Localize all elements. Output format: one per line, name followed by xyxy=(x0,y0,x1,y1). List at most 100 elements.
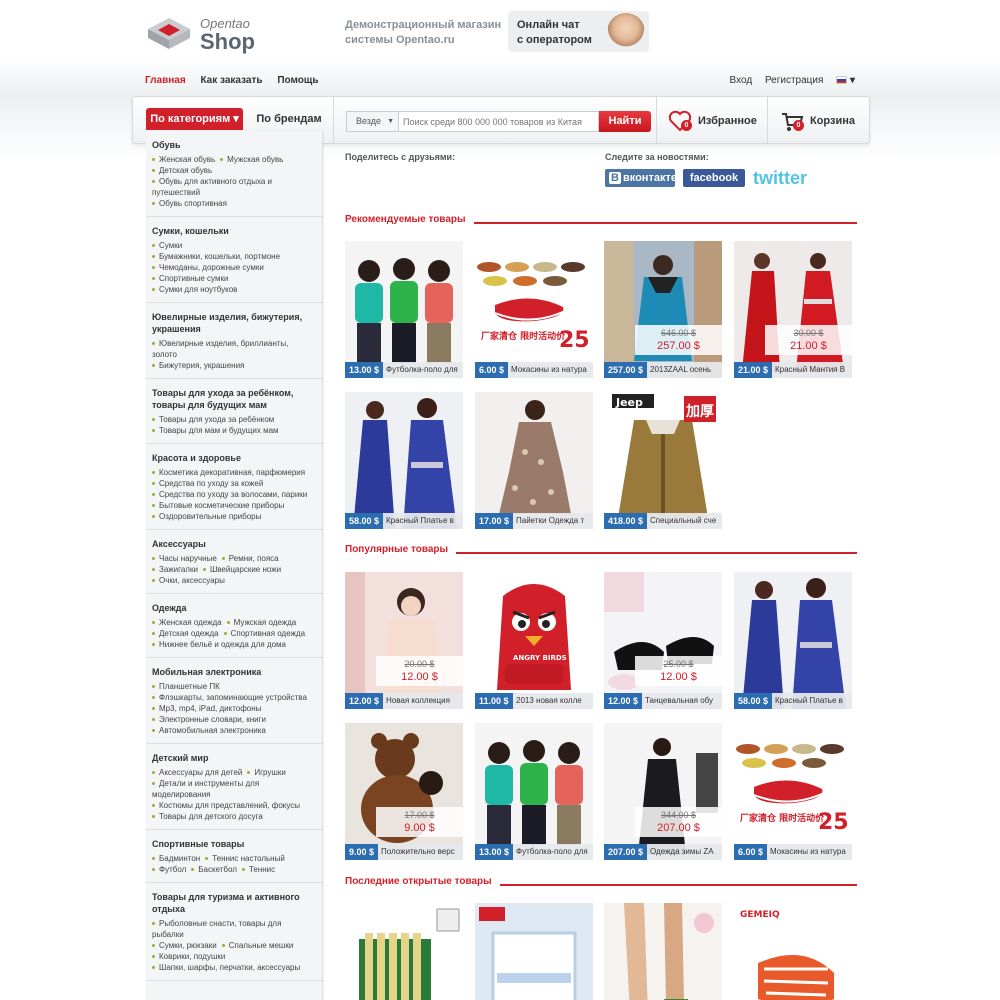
subcategory-link[interactable]: Флэшкарты, запоминающие устройства xyxy=(152,692,307,703)
search-scope-select[interactable]: Везде ▼ xyxy=(346,111,398,132)
subcategory-link[interactable]: Баскетбол xyxy=(191,864,237,875)
subcategory-link[interactable]: Сумки, рюкзаки xyxy=(152,940,217,951)
subcategory-link[interactable]: Мужская обувь xyxy=(220,154,283,165)
tab-categories[interactable]: По категориям ▾ xyxy=(146,108,243,130)
subcategory-link[interactable]: Бижутерия, украшения xyxy=(152,360,244,371)
product-card[interactable]: GEMEIQ xyxy=(734,903,852,1000)
subcategory-link[interactable]: Детская одежда xyxy=(152,628,219,639)
subcategory-link[interactable]: Бадминтон xyxy=(152,853,200,864)
product-card[interactable] xyxy=(475,903,593,1000)
subcategory-link[interactable]: Автомобильная электроника xyxy=(152,725,266,736)
product-image xyxy=(475,392,593,529)
subcategory-link[interactable]: Зажигалки xyxy=(152,564,198,575)
subcategory-link[interactable]: Mp3, mp4, iPad, диктофоны xyxy=(152,703,261,714)
category-title-link[interactable]: Спортивные товары xyxy=(152,838,316,850)
subcategory-link[interactable]: Ювелирные изделия, бриллианты, золото xyxy=(152,338,311,360)
product-card[interactable]: 30.00 $21.00 $21.00 $ Красный Мантия В xyxy=(734,241,852,378)
subcategory-link[interactable]: Электронные словари, книги xyxy=(152,714,266,725)
subcategory-link[interactable]: Спальные мешки xyxy=(222,940,294,951)
product-card[interactable] xyxy=(345,903,463,1000)
subcategory-link[interactable]: Аксессуары для детей xyxy=(152,767,242,778)
subcategory-link[interactable]: Часы наручные xyxy=(152,553,217,564)
product-card[interactable]: 17.00 $9.00 $9.00 $ Положительно верс xyxy=(345,723,463,860)
nav-home-link[interactable]: Главная xyxy=(145,75,186,86)
product-card[interactable]: 13.00 $ Футболка-поло для xyxy=(345,241,463,378)
language-select[interactable]: ▾ xyxy=(836,75,855,86)
category-title-link[interactable]: Детский мир xyxy=(152,752,316,764)
category-title-link[interactable]: Красота и здоровье xyxy=(152,452,316,464)
subcategory-link[interactable]: Чемоданы, дорожные сумки xyxy=(152,262,264,273)
product-card[interactable]: 20.00 $12.00 $12.00 $ Новая коллекция xyxy=(345,572,463,709)
subcategory-link[interactable]: Детали и инструменты для моделирования xyxy=(152,778,311,800)
login-link[interactable]: Вход xyxy=(730,75,753,86)
category-title-link[interactable]: Мобильная электроника xyxy=(152,666,316,678)
subcategory-link[interactable]: Нижнее бельё и одежда для дома xyxy=(152,639,286,650)
subcategory-link[interactable]: Оздоровительные приборы xyxy=(152,511,261,522)
category-title-link[interactable]: Аксессуары xyxy=(152,538,316,550)
subcategory-link[interactable]: Косметика декоративная, парфюмерия xyxy=(152,467,305,478)
subcategory-link[interactable]: Спортивная одежда xyxy=(224,628,305,639)
subcategory-link[interactable]: Сумки для ноутбуков xyxy=(152,284,237,295)
facebook-button[interactable]: facebook xyxy=(683,169,745,187)
subcategory-link[interactable]: Костюмы для представлений, фокусы xyxy=(152,800,300,811)
product-card[interactable]: 厂家清仓 限时活动价 25 6.00 $ Мокасины из натура xyxy=(475,241,593,378)
register-link[interactable]: Регистрация xyxy=(765,75,823,86)
product-card[interactable]: 厂家清仓 限时活动价 25 6.00 $ Мокасины из натура xyxy=(734,723,852,860)
product-card[interactable]: 25.00 $12.00 $12.00 $ Танцевальная обу xyxy=(604,572,722,709)
subcategory-link[interactable]: Средства по уходу за кожей xyxy=(152,478,263,489)
subcategory-link[interactable]: Сумки xyxy=(152,240,182,251)
category-title-link[interactable]: Обувь xyxy=(152,139,316,151)
subcategory-link[interactable]: Теннис xyxy=(242,864,275,875)
product-card[interactable]: 17.00 $ Пайетки Одежда т xyxy=(475,392,593,529)
cart-button[interactable]: 0 Корзина xyxy=(780,108,855,134)
nav-help-link[interactable]: Помощь xyxy=(277,75,318,86)
subcategory-link[interactable]: Коврики, подушки xyxy=(152,951,225,962)
twitter-button[interactable]: twitter xyxy=(753,166,807,190)
subcategory-link[interactable]: Товары для детского досуга xyxy=(152,811,263,822)
site-logo[interactable]: Opentao Shop xyxy=(146,14,256,54)
search-button[interactable]: Найти xyxy=(599,111,651,132)
subcategory-link[interactable]: Обувь для активного отдыха и путешествий xyxy=(152,176,311,198)
product-card[interactable]: ANGRY BIRDS 11.00 $2013 новая колле xyxy=(475,572,593,709)
subcategory-link[interactable]: Женская обувь xyxy=(152,154,215,165)
subcategory-link[interactable]: Футбол xyxy=(152,864,186,875)
subcategory-link[interactable]: Очки, аксессуары xyxy=(152,575,225,586)
product-card[interactable] xyxy=(604,903,722,1000)
price-tag: 12.00 $ xyxy=(604,693,643,709)
nav-how-to-order-link[interactable]: Как заказать xyxy=(200,75,262,86)
category-title-link[interactable]: Товары для туризма и активного отдыха xyxy=(152,891,316,915)
subcategory-link[interactable]: Ремни, пояса xyxy=(222,553,279,564)
subcategory-link[interactable]: Теннис настольный xyxy=(205,853,285,864)
category-title-link[interactable]: Ювелирные изделия, бижутерия, украшения xyxy=(152,311,316,335)
subcategory-link[interactable]: Шапки, шарфы, перчатки, аксессуары xyxy=(152,962,300,973)
product-card[interactable]: 13.00 $ Футболка-поло для xyxy=(475,723,593,860)
vkontakte-button[interactable]: Ввконтакте xyxy=(605,169,677,187)
subcategory-link[interactable]: Бумажники, кошельки, портмоне xyxy=(152,251,280,262)
subcategory-link[interactable]: Товары для мам и будущих мам xyxy=(152,425,279,436)
product-card[interactable]: 646.00 $257.00 $257.00 $2013ZAAL осень xyxy=(604,241,722,378)
tab-brands[interactable]: По брендам xyxy=(249,108,329,130)
subcategory-link[interactable]: Средства по уходу за волосами, парики xyxy=(152,489,307,500)
subcategory-link[interactable]: Мужская одежда xyxy=(227,617,297,628)
category-title-link[interactable]: Одежда xyxy=(152,602,316,614)
subcategory-link[interactable]: Бытовые косметические приборы xyxy=(152,500,284,511)
subcategory-link[interactable]: Швейцарские ножи xyxy=(203,564,281,575)
subcategory-link[interactable]: Товары для ухода за ребёнком xyxy=(152,414,274,425)
product-card[interactable]: 344.00 $207.00 $207.00 $ Одежда зимы ZA xyxy=(604,723,722,860)
subcategory-link[interactable]: Женская одежда xyxy=(152,617,222,628)
product-card[interactable]: Jeep 加厚 418.00 $ Специальный сче xyxy=(604,392,722,529)
search-input[interactable] xyxy=(398,111,599,132)
subcategory-link[interactable]: Детская обувь xyxy=(152,165,212,176)
category-title-link[interactable]: Сумки, кошельки xyxy=(152,225,316,237)
subcategory-link[interactable]: Спортивные сумки xyxy=(152,273,228,284)
favorites-button[interactable]: 0 Избранное xyxy=(668,108,757,134)
subcategory-link[interactable]: Игрушки xyxy=(247,767,285,778)
old-price: 17.00 $ xyxy=(404,810,435,820)
product-card[interactable]: 58.00 $ Красный Платье в xyxy=(345,392,463,529)
product-card[interactable]: 58.00 $ Красный Платье в xyxy=(734,572,852,709)
online-chat-button[interactable]: Онлайн чат с оператором xyxy=(508,11,649,52)
subcategory-link[interactable]: Рыболовные снасти, товары для рыбалки xyxy=(152,918,311,940)
subcategory-link[interactable]: Планшетные ПК xyxy=(152,681,220,692)
subcategory-link[interactable]: Обувь спортивная xyxy=(152,198,227,209)
category-title-link[interactable]: Товары для ухода за ребёнком, товары для… xyxy=(152,387,316,411)
